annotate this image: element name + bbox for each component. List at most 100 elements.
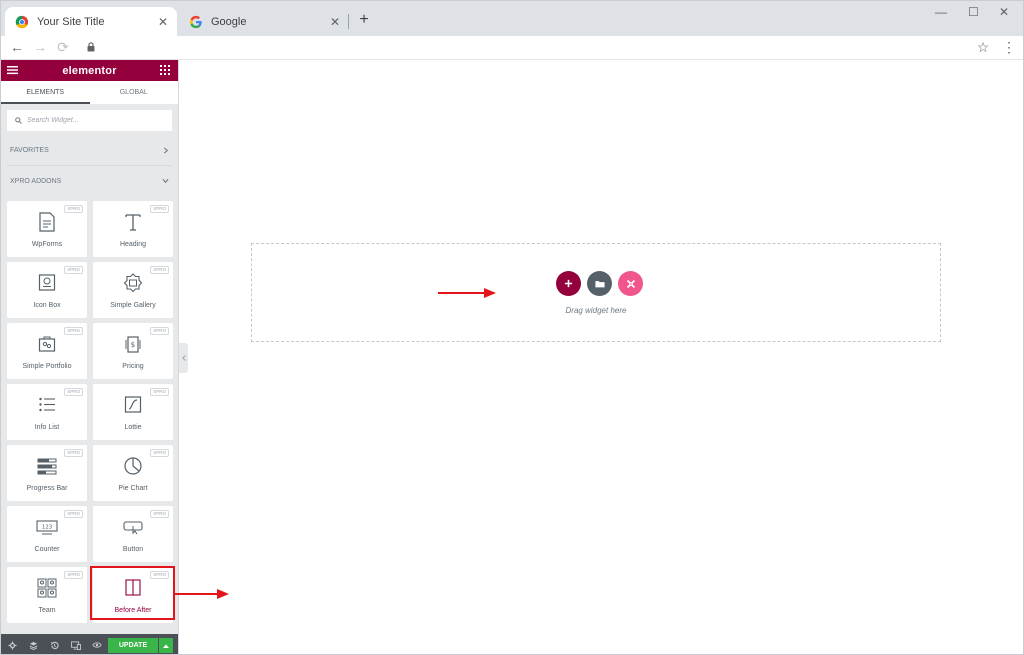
chevron-left-icon [181, 355, 186, 361]
search-widget-input[interactable]: Search Widget... [7, 110, 172, 131]
xpro-badge: XPRO [150, 388, 169, 396]
button-icon [123, 521, 143, 535]
maximize-button[interactable]: ☐ [968, 5, 979, 19]
browser-window: Your Site Title ✕ Google ✕ + — ☐ ✕ ← → ⟳… [0, 0, 1024, 655]
responsive-mode-button[interactable] [65, 640, 86, 650]
gear-icon [8, 640, 17, 650]
tab-google[interactable]: Google ✕ [179, 7, 349, 36]
caret-up-icon [163, 644, 169, 648]
widget-label: Team [38, 607, 56, 614]
widget-pie-chart[interactable]: XPRO Pie Chart [93, 445, 173, 501]
widget-label: Icon Box [33, 302, 61, 309]
widget-wpforms[interactable]: XPRO WpForms [7, 201, 87, 257]
xpro-badge: XPRO [64, 327, 83, 335]
history-icon [50, 641, 59, 649]
preview-button[interactable] [86, 641, 107, 649]
widget-pricing[interactable]: XPRO $ Pricing [93, 323, 173, 379]
back-button[interactable]: ← [8, 38, 26, 56]
elementor-panel: elementor ELEMENTS GLOBAL Search Widget.… [1, 60, 179, 654]
hamburger-menu-icon[interactable] [7, 65, 18, 75]
widgets-grid-icon[interactable] [160, 65, 170, 75]
widget-label: Lottie [124, 424, 142, 431]
counter-icon: 123 [36, 520, 58, 535]
add-section-button[interactable] [556, 271, 581, 296]
dropzone-buttons [556, 271, 643, 296]
search-icon [15, 117, 22, 124]
section-favorites-label: FAVORITES [10, 146, 49, 154]
widget-label: Button [122, 546, 144, 553]
section-xpro-addons[interactable]: XPRO ADDONS [1, 166, 178, 196]
reload-button[interactable]: ⟳ [54, 38, 72, 56]
new-tab-button[interactable]: + [356, 11, 372, 29]
widget-lottie[interactable]: XPRO Lottie [93, 384, 173, 440]
drag-widget-hint: Drag widget here [565, 306, 627, 315]
panel-collapse-handle[interactable] [179, 343, 188, 373]
team-icon [37, 578, 57, 598]
xpro-badge: XPRO [64, 266, 83, 274]
widget-before-after[interactable]: XPRO Before After [93, 567, 173, 623]
tab-title: Google [211, 15, 247, 28]
svg-text:$: $ [131, 341, 135, 349]
add-template-button[interactable] [587, 271, 612, 296]
counter-icon-text: 123 [42, 525, 53, 531]
section-addons-label: XPRO ADDONS [10, 177, 62, 185]
widget-heading[interactable]: XPRO Heading [93, 201, 173, 257]
xpro-badge: XPRO [150, 571, 169, 579]
tab-strip: Your Site Title ✕ Google ✕ + — ☐ ✕ [1, 1, 1023, 36]
xpro-templates-button[interactable] [618, 271, 643, 296]
panel-tabs: ELEMENTS GLOBAL [1, 81, 178, 104]
widget-info-list[interactable]: XPRO Info List [7, 384, 87, 440]
xpro-badge: XPRO [64, 571, 83, 579]
widget-label: Info List [34, 424, 60, 431]
widget-label: Counter [34, 546, 60, 553]
search-placeholder: Search Widget... [27, 117, 79, 124]
info-list-icon [39, 397, 55, 412]
xpro-badge: XPRO [150, 510, 169, 518]
annotation-arrow-icon [175, 589, 229, 599]
minimize-button[interactable]: — [935, 5, 947, 19]
tab-close-icon[interactable]: ✕ [155, 15, 171, 29]
gallery-icon [123, 273, 143, 293]
monitor-icon [70, 640, 81, 650]
tab-close-icon[interactable]: ✕ [327, 15, 343, 29]
settings-button[interactable] [2, 640, 23, 650]
tab-global[interactable]: GLOBAL [90, 81, 179, 104]
xpro-badge: XPRO [150, 449, 169, 457]
empty-section-dropzone[interactable]: Drag widget here [251, 243, 941, 342]
xpro-badge: XPRO [150, 266, 169, 274]
plus-icon [564, 279, 573, 288]
browser-menu-icon[interactable]: ⋮ [1000, 38, 1018, 56]
tab-title: Your Site Title [37, 15, 105, 28]
history-button[interactable] [44, 641, 65, 650]
section-favorites[interactable]: FAVORITES [1, 135, 178, 165]
google-favicon-icon [190, 15, 202, 28]
tab-your-site-title[interactable]: Your Site Title ✕ [5, 7, 177, 36]
close-window-button[interactable]: ✕ [999, 5, 1009, 19]
widget-label: Pricing [122, 363, 144, 370]
widget-simple-gallery[interactable]: XPRO Simple Gallery [93, 262, 173, 318]
folder-icon [594, 280, 605, 287]
chrome-favicon-icon [15, 15, 29, 28]
widget-team[interactable]: XPRO Team [7, 567, 87, 623]
elementor-logo: elementor [62, 64, 117, 77]
widget-label: Before After [114, 607, 152, 614]
widget-simple-portfolio[interactable]: XPRO Simple Portfolio [7, 323, 87, 379]
forward-button[interactable]: → [31, 38, 49, 56]
widget-counter[interactable]: XPRO 123 Counter [7, 506, 87, 562]
browser-toolbar: ← → ⟳ ☆ ⋮ [1, 36, 1023, 60]
widget-label: Simple Portfolio [22, 363, 72, 370]
widget-progress-bar[interactable]: XPRO Progress Bar [7, 445, 87, 501]
update-options-button[interactable] [159, 638, 173, 653]
lock-icon[interactable] [87, 42, 95, 52]
panel-footer: UPDATE [1, 634, 178, 654]
progress-bar-icon [37, 458, 57, 475]
xpro-badge: XPRO [150, 327, 169, 335]
widget-button[interactable]: XPRO Button [93, 506, 173, 562]
navigator-button[interactable] [23, 641, 44, 650]
bookmark-star-icon[interactable]: ☆ [974, 38, 992, 56]
widget-icon-box[interactable]: XPRO Icon Box [7, 262, 87, 318]
xpro-badge: XPRO [64, 449, 83, 457]
widget-label: Pie Chart [118, 485, 148, 492]
update-button[interactable]: UPDATE [108, 638, 158, 653]
tab-elements[interactable]: ELEMENTS [1, 81, 90, 104]
